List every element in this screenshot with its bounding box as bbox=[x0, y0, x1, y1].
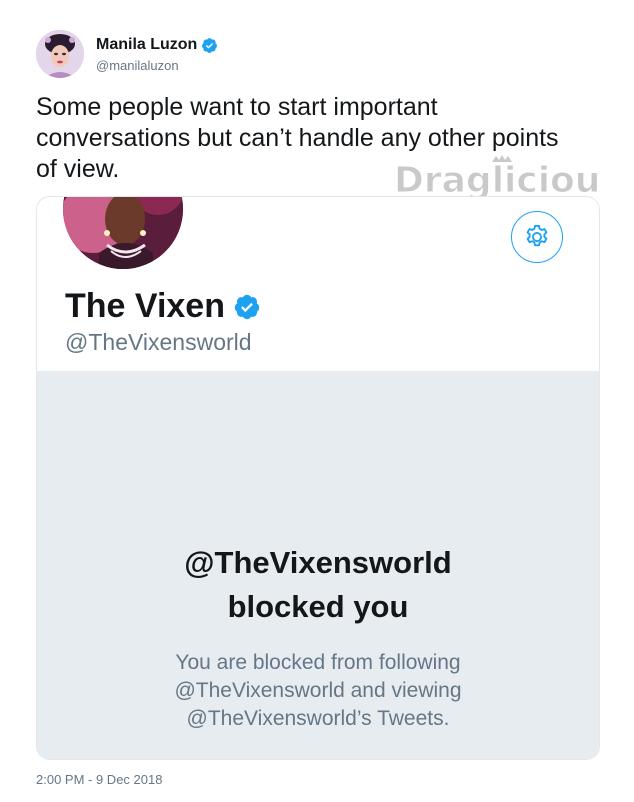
tweet-timestamp[interactable]: 2:00 PM - 9 Dec 2018 bbox=[36, 772, 162, 787]
blocked-title-line: blocked you bbox=[227, 589, 409, 624]
author-info: Manila Luzon @manilaluzon bbox=[96, 35, 218, 73]
blocked-desc-line: @TheVixensworld’s Tweets. bbox=[186, 707, 450, 730]
author-name-row: Manila Luzon bbox=[96, 35, 218, 55]
profile-avatar[interactable] bbox=[63, 197, 183, 269]
blocked-title-line: @TheVixensworld bbox=[184, 545, 452, 580]
blocked-panel: @TheVixensworld blocked you You are bloc… bbox=[37, 371, 599, 759]
svg-text:Draglicious: Draglicious bbox=[394, 160, 602, 201]
settings-button[interactable] bbox=[511, 211, 563, 263]
tweet-header: Manila Luzon @manilaluzon bbox=[36, 30, 218, 78]
verified-badge-icon bbox=[202, 37, 218, 53]
author-avatar[interactable] bbox=[36, 30, 84, 78]
gear-icon bbox=[526, 224, 548, 247]
author-handle[interactable]: @manilaluzon bbox=[96, 58, 218, 73]
author-name[interactable]: Manila Luzon bbox=[96, 36, 197, 54]
embedded-profile-card: The Vixen @TheVixensworld @TheVixensworl… bbox=[36, 196, 600, 760]
profile-name-row: The Vixen bbox=[65, 287, 261, 326]
blocked-desc-line: @TheVixensworld and viewing bbox=[174, 679, 462, 702]
profile-handle: @TheVixensworld bbox=[65, 329, 252, 355]
blocked-title: @TheVixensworld blocked you bbox=[37, 541, 599, 629]
blocked-desc-line: You are blocked from following bbox=[175, 651, 461, 674]
profile-name: The Vixen bbox=[65, 287, 225, 325]
verified-badge-icon bbox=[234, 294, 260, 319]
blocked-description: You are blocked from following @TheVixen… bbox=[37, 649, 599, 733]
